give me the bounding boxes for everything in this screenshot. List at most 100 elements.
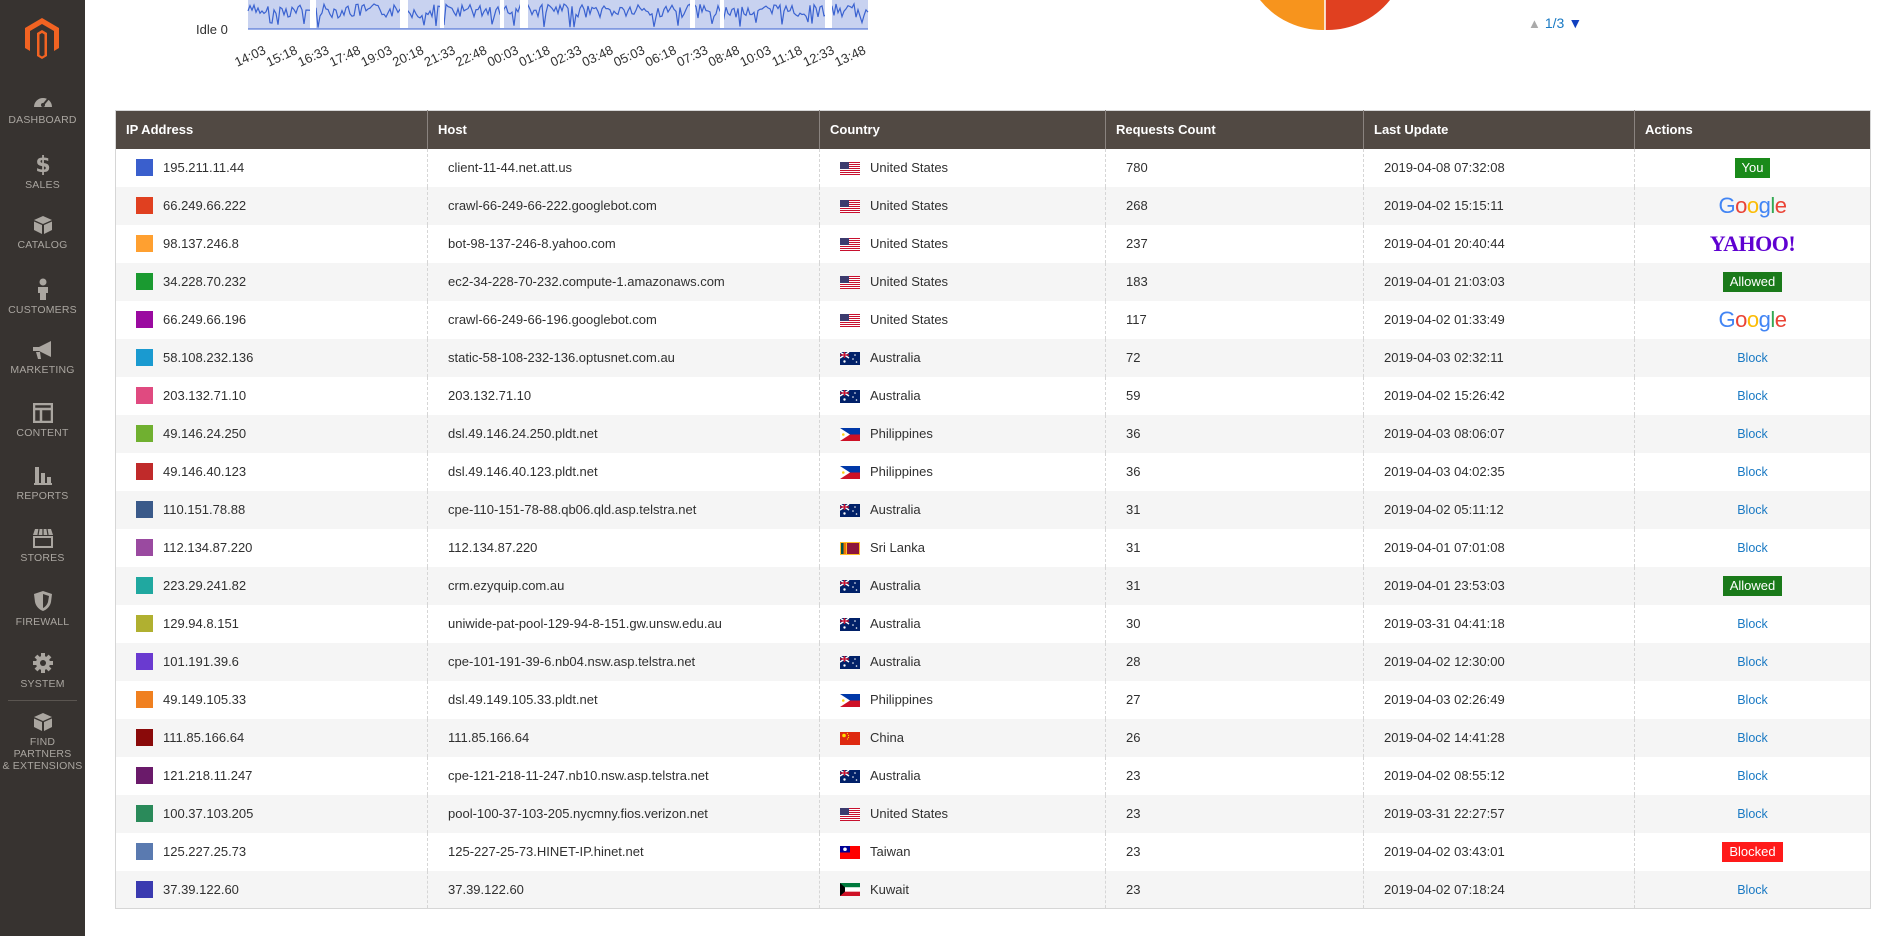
cell-host: crawl-66-249-66-222.googlebot.com	[427, 186, 820, 225]
sidebar-item-sales[interactable]: $ SALES	[0, 153, 85, 215]
series-color-swatch	[136, 729, 153, 747]
cell-ip: 125.227.25.73	[115, 832, 428, 871]
col-country[interactable]: Country	[819, 110, 1106, 149]
blocked-badge[interactable]: Blocked	[1722, 841, 1783, 862]
sidebar-item-system[interactable]: SYSTEM	[0, 652, 85, 714]
cell-country: Philippines	[819, 414, 1106, 453]
block-button[interactable]: Block	[1737, 731, 1768, 745]
google-logo-letter: o	[1746, 192, 1759, 218]
traffic-gap	[690, 0, 695, 28]
block-button[interactable]: Block	[1737, 541, 1768, 555]
cell-requests-count: 31	[1105, 528, 1364, 567]
cell-requests-count: 23	[1105, 756, 1364, 795]
cell-host: uniwide-pat-pool-129-94-8-151.gw.unsw.ed…	[427, 604, 820, 643]
allowed-badge[interactable]: Allowed	[1722, 271, 1783, 292]
series-color-swatch	[136, 387, 153, 405]
country-name: Australia	[870, 616, 921, 632]
cell-country: United States	[819, 262, 1106, 301]
sidebar-item-label: CONTENT	[16, 427, 69, 439]
cell-requests-count: 59	[1105, 376, 1364, 415]
allowed-badge[interactable]: Allowed	[1722, 575, 1783, 596]
cell-ip: 34.228.70.232	[115, 262, 428, 301]
cell-host: 37.39.122.60	[427, 870, 820, 909]
cell-ip: 121.218.11.247	[115, 756, 428, 795]
table-row: 121.218.11.247 cpe-121-218-11-247.nb10.ns…	[115, 756, 1871, 795]
cell-country: United States	[819, 148, 1106, 187]
ip-address-text: 110.151.78.88	[163, 502, 246, 518]
series-color-swatch	[136, 463, 153, 481]
ip-address-text: 49.149.105.33	[163, 692, 247, 708]
flag-lk-icon	[840, 541, 860, 555]
block-button[interactable]: Block	[1737, 351, 1768, 365]
traffic-gap	[400, 0, 408, 28]
block-button[interactable]: Block	[1737, 655, 1768, 669]
sidebar-item-stores[interactable]: STORES	[0, 528, 85, 590]
ip-address-text: 125.227.25.73	[163, 844, 247, 860]
sidebar-item-reports[interactable]: REPORTS	[0, 466, 85, 528]
table-row: 223.29.241.82 crm.ezyquip.com.au Australia…	[115, 566, 1871, 605]
country-name: Philippines	[870, 692, 933, 708]
pager-up-icon[interactable]: ▲	[1528, 16, 1541, 31]
block-button[interactable]: Block	[1737, 389, 1768, 403]
cell-country: Australia	[819, 566, 1106, 605]
series-color-swatch	[136, 159, 153, 177]
col-ip-address[interactable]: IP Address	[115, 110, 428, 149]
flag-au-icon	[840, 389, 860, 403]
block-button[interactable]: Block	[1737, 427, 1768, 441]
block-button[interactable]: Block	[1737, 617, 1768, 631]
magento-logo-icon[interactable]	[22, 16, 62, 60]
sidebar-item-customers[interactable]: CUSTOMERS	[0, 278, 85, 340]
cell-country: Philippines	[819, 452, 1106, 491]
cell-requests-count: 23	[1105, 794, 1364, 833]
cell-ip: 49.149.105.33	[115, 680, 428, 719]
cell-last-update: 2019-04-08 07:32:08	[1363, 148, 1635, 187]
person-icon	[0, 278, 85, 300]
cell-last-update: 2019-04-02 08:55:12	[1363, 756, 1635, 795]
sidebar-item-content[interactable]: CONTENT	[0, 403, 85, 465]
sidebar-item-firewall[interactable]: FIREWALL	[0, 590, 85, 652]
cell-requests-count: 36	[1105, 452, 1364, 491]
sidebar-item-find-partners[interactable]: FIND PARTNERS & EXTENSIONS	[0, 712, 85, 772]
cell-host: 203.132.71.10	[427, 376, 820, 415]
block-button[interactable]: Block	[1737, 807, 1768, 821]
block-button[interactable]: Block	[1737, 883, 1768, 897]
cell-country: China	[819, 718, 1106, 757]
cell-country: Sri Lanka	[819, 528, 1106, 567]
partners-box-icon	[0, 712, 85, 732]
block-button[interactable]: Block	[1737, 693, 1768, 707]
sidebar-item-marketing[interactable]: MARKETING	[0, 340, 85, 402]
sidebar-item-dashboard[interactable]: DASHBOARD	[0, 92, 85, 154]
country-name: Kuwait	[870, 882, 910, 898]
cell-actions: Block	[1634, 414, 1871, 453]
block-button[interactable]: Block	[1737, 503, 1768, 517]
cell-country: Australia	[819, 490, 1106, 529]
country-name: United States	[870, 160, 949, 176]
pie-slice-orange	[1260, 0, 1325, 31]
flag-ph-icon	[840, 693, 860, 707]
col-host[interactable]: Host	[427, 110, 820, 149]
country-name: United States	[870, 236, 949, 252]
country-name: Taiwan	[870, 844, 911, 860]
pager-down-icon[interactable]: ▼	[1568, 15, 1582, 31]
country-name: United States	[870, 274, 949, 290]
flag-us-icon	[840, 161, 860, 175]
col-requests-count[interactable]: Requests Count	[1105, 110, 1364, 149]
block-button[interactable]: Block	[1737, 769, 1768, 783]
cell-host: 112.134.87.220	[427, 528, 820, 567]
cell-requests-count: 237	[1105, 224, 1364, 263]
megaphone-icon	[0, 340, 85, 360]
cell-requests-count: 28	[1105, 642, 1364, 681]
cell-last-update: 2019-04-03 08:06:07	[1363, 414, 1635, 453]
block-button[interactable]: Block	[1737, 465, 1768, 479]
cell-last-update: 2019-04-01 20:40:44	[1363, 224, 1635, 263]
table-row: 98.137.246.8 bot-98-137-246-8.yahoo.com Un…	[115, 224, 1871, 263]
cell-ip: 66.249.66.222	[115, 186, 428, 225]
sidebar-item-label: STORES	[20, 552, 65, 564]
col-last-update[interactable]: Last Update	[1363, 110, 1635, 149]
traffic-gap	[720, 0, 724, 28]
x-tick-label: 13:48	[832, 42, 868, 69]
sidebar-item-catalog[interactable]: CATALOG	[0, 215, 85, 277]
series-color-swatch	[136, 501, 153, 519]
flag-au-icon	[840, 655, 860, 669]
ip-address-text: 101.191.39.6	[163, 654, 239, 670]
